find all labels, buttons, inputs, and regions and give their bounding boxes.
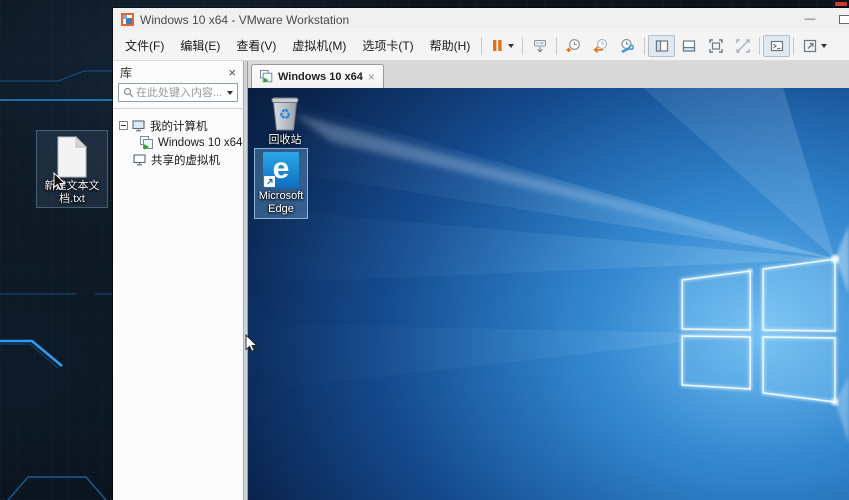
pause-icon [490, 38, 505, 53]
maximize-icon [839, 15, 849, 24]
snapshot-manage-icon [619, 38, 636, 54]
toolbar-separator [556, 37, 557, 55]
tab-windows10-x64[interactable]: Windows 10 x64 × [251, 64, 384, 88]
maximize-button[interactable] [831, 8, 849, 30]
take-snapshot-button[interactable] [560, 35, 587, 57]
recycle-symbol: ♻ [279, 106, 292, 122]
console-icon [769, 38, 785, 54]
tree-item-my-computer[interactable]: 我的计算机 [113, 117, 243, 134]
suspend-button[interactable] [485, 35, 519, 57]
toolbar-separator [644, 37, 645, 55]
vm-running-icon [140, 136, 154, 150]
toolbar-separator [481, 37, 482, 55]
edge-e-glyph: e [273, 154, 290, 184]
show-thumbnail-bar-button[interactable] [675, 35, 702, 57]
library-tree: 我的计算机 Windows 10 x64 [113, 108, 243, 168]
thumbnail-bar-icon [681, 38, 697, 54]
send-ctrl-alt-del-button[interactable] [526, 35, 553, 57]
show-library-button[interactable] [648, 35, 675, 57]
menu-vm[interactable]: 虚拟机(M) [284, 34, 354, 57]
shared-vm-icon [133, 154, 147, 166]
shortcut-arrow-icon [264, 176, 275, 187]
fullscreen-icon [708, 38, 724, 54]
snapshot-clock-plus-icon [565, 38, 582, 54]
host-mouse-cursor [52, 172, 66, 191]
menu-file[interactable]: 文件(F) [117, 34, 172, 57]
host-file-icon-new-text-document[interactable]: 新建文本文档.txt [36, 130, 108, 208]
toolbar-separator [522, 37, 523, 55]
full-screen-button[interactable] [702, 35, 729, 57]
collapse-icon[interactable] [119, 121, 128, 130]
title-bar[interactable]: Windows 10 x64 - VMware Workstation — [113, 8, 849, 31]
manage-snapshots-button[interactable] [614, 35, 641, 57]
console-view-button[interactable] [763, 35, 790, 57]
tree-label: Windows 10 x64 [158, 137, 242, 149]
tree-item-shared-vms[interactable]: 共享的虚拟机 [113, 151, 243, 168]
library-panel: 库 × [113, 61, 243, 500]
microsoft-edge-icon[interactable]: e Microsoft Edge [254, 148, 308, 219]
host-file-label: 新建文本文档.txt [39, 180, 105, 208]
edge-logo-tile: e [263, 152, 299, 188]
chevron-down-icon [821, 44, 827, 48]
tree-item-vm-windows10[interactable]: Windows 10 x64 [113, 134, 243, 151]
library-search-input[interactable] [134, 87, 224, 99]
chevron-down-icon [508, 44, 514, 48]
library-title: 库 [120, 64, 132, 81]
snapshot-revert-icon [592, 38, 609, 54]
tab-close-button[interactable]: × [368, 71, 375, 83]
trash-can-icon: ♻ [268, 92, 302, 132]
fit-guest-stretch-button[interactable] [797, 35, 831, 57]
tab-label: Windows 10 x64 [278, 71, 363, 83]
windows10-hero-wallpaper [248, 88, 849, 500]
host-red-accent [835, 2, 847, 6]
tree-label: 我的计算机 [150, 118, 208, 134]
tree-label: 共享的虚拟机 [151, 152, 220, 168]
library-close-button[interactable]: × [228, 66, 236, 79]
recycle-bin-icon[interactable]: ♻ 回收站 [258, 92, 312, 147]
toolbar-separator [759, 37, 760, 55]
chevron-down-icon[interactable] [227, 91, 233, 95]
toolbar-separator [793, 37, 794, 55]
unity-mode-button[interactable] [729, 35, 756, 57]
recycle-bin-label: 回收站 [269, 134, 302, 147]
library-search-box[interactable] [118, 83, 238, 102]
minimize-button[interactable]: — [797, 8, 823, 30]
menu-tabs[interactable]: 选项卡(T) [354, 34, 421, 57]
screen: 新建文本文档.txt Windows 10 x64 - VMware Works… [0, 0, 849, 500]
vmware-window: Windows 10 x64 - VMware Workstation — 文件… [113, 8, 849, 500]
search-icon [123, 87, 134, 98]
edge-label: Microsoft Edge [255, 190, 307, 216]
vm-mouse-cursor [244, 334, 258, 353]
menu-toolbar: 文件(F) 编辑(E) 查看(V) 虚拟机(M) 选项卡(T) 帮助(H) [113, 31, 849, 61]
computer-icon [132, 120, 146, 132]
window-title: Windows 10 x64 - VMware Workstation [140, 13, 349, 27]
menu-edit[interactable]: 编辑(E) [172, 34, 228, 57]
unity-mode-icon [735, 38, 751, 54]
library-panel-icon [654, 38, 670, 54]
revert-snapshot-button[interactable] [587, 35, 614, 57]
vm-console-screen[interactable]: ♻ 回收站 e Microsoft Edge [248, 88, 849, 500]
vmware-logo-icon [121, 13, 134, 26]
stretch-icon [802, 38, 818, 54]
send-ctrl-alt-del-icon [532, 38, 548, 54]
menu-view[interactable]: 查看(V) [228, 34, 284, 57]
tab-bar: Windows 10 x64 × [248, 61, 849, 88]
menu-help[interactable]: 帮助(H) [422, 34, 479, 57]
vm-running-icon [260, 70, 273, 83]
